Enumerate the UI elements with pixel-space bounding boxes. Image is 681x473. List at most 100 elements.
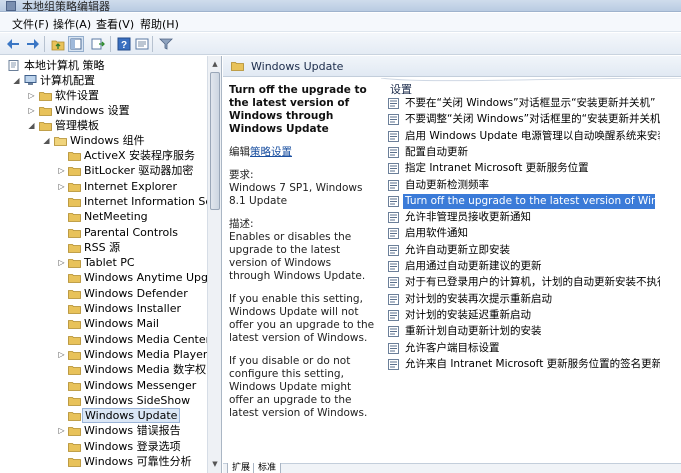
folder-icon [68,318,81,330]
settings-column-header[interactable]: 设置 [390,81,412,97]
computer-icon [24,75,37,86]
tree-item[interactable]: Windows 登录选项 [0,439,206,454]
tree-item[interactable]: Parental Controls [0,225,206,240]
tree-item[interactable]: Windows 可靠性分析 [0,454,206,469]
setting-label: 自动更新检测频率 [405,178,489,191]
menu-file[interactable]: 文件(F) [12,16,49,32]
tree-admin-templates[interactable]: ◢ 管理模板 [0,118,206,133]
policy-setting-icon [388,342,399,354]
tab-standard[interactable]: 标准 [253,463,282,473]
tree-item[interactable]: Windows Messenger [0,378,206,393]
scroll-down-arrow-icon[interactable]: ▼ [208,457,221,471]
tree-item[interactable]: ▷ Windows Media Player [0,347,207,362]
setting-row[interactable]: 启用 Windows Update 电源管理以自动唤醒系统来安装计... [388,129,660,144]
expand-icon[interactable]: ▷ [57,423,66,438]
tree-item[interactable]: Windows Defender [0,286,206,301]
help-icon[interactable]: ? [116,36,132,52]
tree-item[interactable]: Windows Media 数字权限管理 [0,362,221,377]
policy-setting-icon [388,261,399,272]
setting-row[interactable]: 指定 Intranet Microsoft 更新服务位置 [388,161,660,176]
setting-row[interactable]: 启用通过自动更新建议的更新 [388,259,660,274]
tree-windows-components[interactable]: ◢ Windows 组件 [0,133,206,148]
setting-label: 对计划的安装延迟重新启动 [405,308,531,321]
tree-item[interactable]: ▷ BitLocker 驱动器加密 [0,163,206,178]
tree-computer-config[interactable]: ◢ 计算机配置 [0,73,206,88]
setting-row[interactable]: 对于有已登录用户的计算机，计划的自动更新安装不执行重... [388,275,660,290]
tab-extended[interactable]: 扩展 [227,463,256,473]
collapse-icon[interactable]: ◢ [12,73,21,88]
setting-row[interactable]: Turn off the upgrade to the latest versi… [388,193,660,209]
forward-arrow-icon[interactable] [24,36,40,52]
setting-row[interactable]: 不要调整“关闭 Windows”对话框里的“安装更新并关机... [388,112,660,127]
tree-item-label: Windows 错误报告 [84,424,181,438]
setting-row[interactable]: 允许自动更新立即安装 [388,243,660,258]
expand-icon[interactable]: ▷ [57,163,66,178]
tree-item[interactable]: ▷ Windows 错误报告 [0,423,206,438]
requirements-label: 要求: [229,169,254,181]
filter-icon[interactable] [158,36,174,52]
tree-item[interactable]: Windows Update [0,408,206,424]
setting-label: 重新计划自动更新计划的安装 [405,325,542,338]
tree-software-settings-label: 软件设置 [55,89,99,102]
setting-row[interactable]: 重新计划自动更新计划的安装 [388,324,660,339]
menu-action[interactable]: 操作(A) [53,16,91,32]
setting-row[interactable]: 对计划的安装再次提示重新启动 [388,292,660,307]
toolbar: ? [0,33,681,55]
tree-software-settings[interactable]: ▷ 软件设置 [0,88,206,103]
setting-row[interactable]: 自动更新检测频率 [388,178,660,193]
policy-setting-icon [388,114,399,126]
tree-item[interactable]: ▷ Tablet PC [0,255,206,270]
setting-row[interactable]: 允许非管理员接收更新通知 [388,210,660,225]
tree-item-label: ActiveX 安装程序服务 [84,149,196,162]
tree-item[interactable]: ▷ Internet Explorer [0,179,206,194]
tree-root[interactable]: 本地计算机 策略 [0,58,206,73]
back-arrow-icon[interactable] [6,36,22,52]
menu-view[interactable]: 查看(V) [96,16,134,32]
collapse-icon[interactable]: ◢ [27,118,36,133]
tree-item[interactable]: Windows Mail [0,316,206,331]
expand-icon[interactable]: ▷ [27,88,36,103]
tree-item[interactable]: Windows Media Center [0,332,210,347]
scroll-up-arrow-icon[interactable]: ▲ [208,57,221,71]
setting-row[interactable]: 对计划的安装延迟重新启动 [388,308,660,323]
setting-row[interactable]: 不要在“关闭 Windows”对话框显示“安装更新并关机” [388,96,660,111]
expand-icon[interactable]: ▷ [57,255,66,270]
tree-windows-settings[interactable]: ▷ Windows 设置 [0,103,206,118]
expand-icon[interactable]: ▷ [57,347,66,362]
tree-item[interactable]: Windows Anytime Upgrade [0,270,221,285]
up-folder-icon[interactable] [50,36,66,52]
show-tree-icon[interactable] [68,36,84,52]
expand-icon[interactable]: ▷ [57,179,66,194]
tree-item[interactable]: Windows Installer [0,301,206,316]
export-list-icon[interactable] [90,36,106,52]
setting-row[interactable]: 允许来自 Intranet Microsoft 更新服务位置的签名更新 [388,357,660,372]
folder-icon [68,150,81,161]
tree-scrollbar-thumb[interactable] [210,72,220,210]
setting-row[interactable]: 启用软件通知 [388,226,660,241]
toolbar-separator [110,36,111,52]
setting-label: 允许非管理员接收更新通知 [405,211,531,224]
tree-admin-templates-label: 管理模板 [55,119,99,132]
edit-policy-setting-link[interactable]: 策略设置 [250,146,292,158]
policy-setting-icon [388,358,399,370]
properties-icon[interactable] [134,36,150,52]
tree-item[interactable]: Internet Information Services [0,194,221,209]
expand-icon[interactable]: ▷ [27,103,36,118]
policy-description: Turn off the upgrade to the latest versi… [223,78,381,463]
window-title: 本地组策略编辑器 [22,0,110,13]
tree-root-label: 本地计算机 策略 [24,59,105,72]
menu-help[interactable]: 帮助(H) [140,16,179,32]
tree-scrollbar[interactable]: ▲ ▼ [207,56,221,473]
policy-setting-icon [388,212,399,224]
tree-item[interactable]: ActiveX 安装程序服务 [0,148,206,163]
setting-label: 不要调整“关闭 Windows”对话框里的“安装更新并关机... [405,113,660,126]
folder-icon [68,410,81,421]
setting-row[interactable]: 配置自动更新 [388,145,660,160]
tree-item[interactable]: RSS 源 [0,240,206,255]
tree-item[interactable]: Windows SideShow [0,393,206,408]
setting-row[interactable]: 允许客户端目标设置 [388,341,660,356]
tree-item-label: Windows Media 数字权限管理 [84,363,221,377]
folder-open-icon [54,135,67,146]
collapse-icon[interactable]: ◢ [42,133,51,148]
tree-item[interactable]: NetMeeting [0,209,206,224]
